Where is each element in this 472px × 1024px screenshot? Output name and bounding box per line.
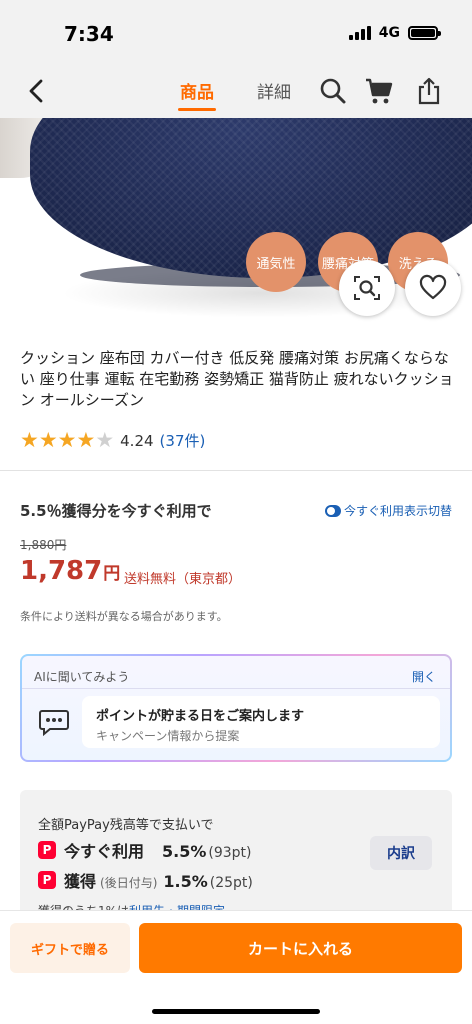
star-icon: ★ [95, 428, 115, 452]
paypay-row-sub: (後日付与) [100, 876, 158, 890]
star-icon: ★ [57, 428, 77, 452]
cart-icon[interactable] [364, 76, 394, 106]
divider [0, 470, 472, 471]
status-time: 7:34 [64, 22, 114, 46]
review-count-link[interactable]: (37件) [160, 430, 206, 451]
add-to-cart-button[interactable]: カートに入れる [139, 923, 462, 973]
status-bar: 7:34 4G [0, 0, 472, 66]
gift-button[interactable]: ギフトで贈る [10, 923, 130, 973]
shipping-note: 条件により送料が異なる場合があります。 [20, 610, 228, 623]
image-search-icon [354, 276, 380, 300]
paypay-header: 全額PayPay残高等で支払いで [38, 818, 214, 833]
star-icon: ★ [20, 428, 39, 452]
star-icon: ★ [38, 428, 58, 452]
image-search-button[interactable] [339, 260, 395, 316]
tab-product[interactable]: 商品 [178, 78, 216, 111]
paypay-icon: P [38, 841, 56, 859]
rating-stars: ★ ★ ★ ★ ★ [20, 430, 114, 451]
points-toggle-label: 今すぐ利用表示切替 [343, 504, 452, 518]
ai-suggestion-title: ポイントが貯まる日をご案内します [96, 709, 305, 724]
original-price: 1,880円 [20, 538, 67, 552]
network-label: 4G [378, 25, 400, 41]
favorite-button[interactable] [405, 260, 461, 316]
signal-icon [348, 26, 371, 40]
ai-label: AIに聞いてみよう [34, 670, 130, 684]
product-title: クッション 座布団 カバー付き 低反発 腰痛対策 お尻痛くならない 座り仕事 運… [20, 349, 454, 409]
ai-divider [22, 688, 450, 689]
product-image[interactable]: 通気性 腰痛対策 洗える [0, 118, 472, 330]
chevron-left-icon[interactable] [22, 76, 52, 106]
heart-icon [419, 274, 447, 300]
ai-open-link[interactable]: 開く [412, 668, 436, 685]
ai-suggestion-card[interactable]: ポイントが貯まる日をご案内します キャンペーン情報から提案 [82, 696, 440, 748]
price-number: 1,787 [20, 556, 103, 586]
ai-assistant-panel[interactable]: AIに聞いてみよう 開く ポイントが貯まる日をご案内します キャンペーン情報から… [20, 654, 452, 762]
paypay-row-use-now: P 今すぐ利用 5.5% (93pt) [38, 838, 252, 862]
feature-badge-breathable: 通気性 [246, 232, 306, 292]
paypay-row-percent: 5.5% [162, 842, 207, 861]
paypay-row-label: 今すぐ利用 [64, 842, 145, 861]
paypay-row-percent: 1.5% [163, 872, 208, 891]
toggle-icon [324, 504, 341, 517]
paypay-row-points: (25pt) [209, 875, 253, 891]
share-icon[interactable] [414, 76, 444, 106]
navigation-bar: 商品 詳細 [0, 66, 472, 118]
paypay-row-earn: P 獲得 (後日付与) 1.5% (25pt) [38, 868, 253, 892]
shipping-info: 送料無料（東京都） [124, 572, 242, 587]
paypay-row-points: (93pt) [208, 845, 252, 861]
ai-suggestion-subtitle: キャンペーン情報から提案 [96, 729, 240, 743]
bottom-action-bar: ギフトで贈る カートに入れる [0, 910, 472, 1024]
search-icon[interactable] [318, 76, 348, 106]
status-right: 4G [348, 25, 441, 41]
points-toggle-link[interactable]: 今すぐ利用表示切替 [324, 502, 452, 519]
star-icon: ★ [76, 428, 96, 452]
battery-icon [408, 26, 441, 40]
tab-details[interactable]: 詳細 [257, 78, 291, 103]
paypay-row-label: 獲得 [64, 872, 97, 891]
price-unit: 円 [103, 564, 121, 584]
home-indicator[interactable] [152, 1009, 320, 1014]
points-headline: 5.5％獲得分を今すぐ利用で [20, 502, 212, 520]
chat-bubble-icon [38, 708, 70, 737]
rating[interactable]: ★ ★ ★ ★ ★ 4.24 (37件) [20, 430, 205, 451]
rating-value: 4.24 [120, 431, 154, 450]
sale-price: 1,787 円 [20, 556, 120, 586]
breakdown-button[interactable]: 内訳 [370, 836, 432, 870]
paypay-icon: P [38, 871, 56, 889]
